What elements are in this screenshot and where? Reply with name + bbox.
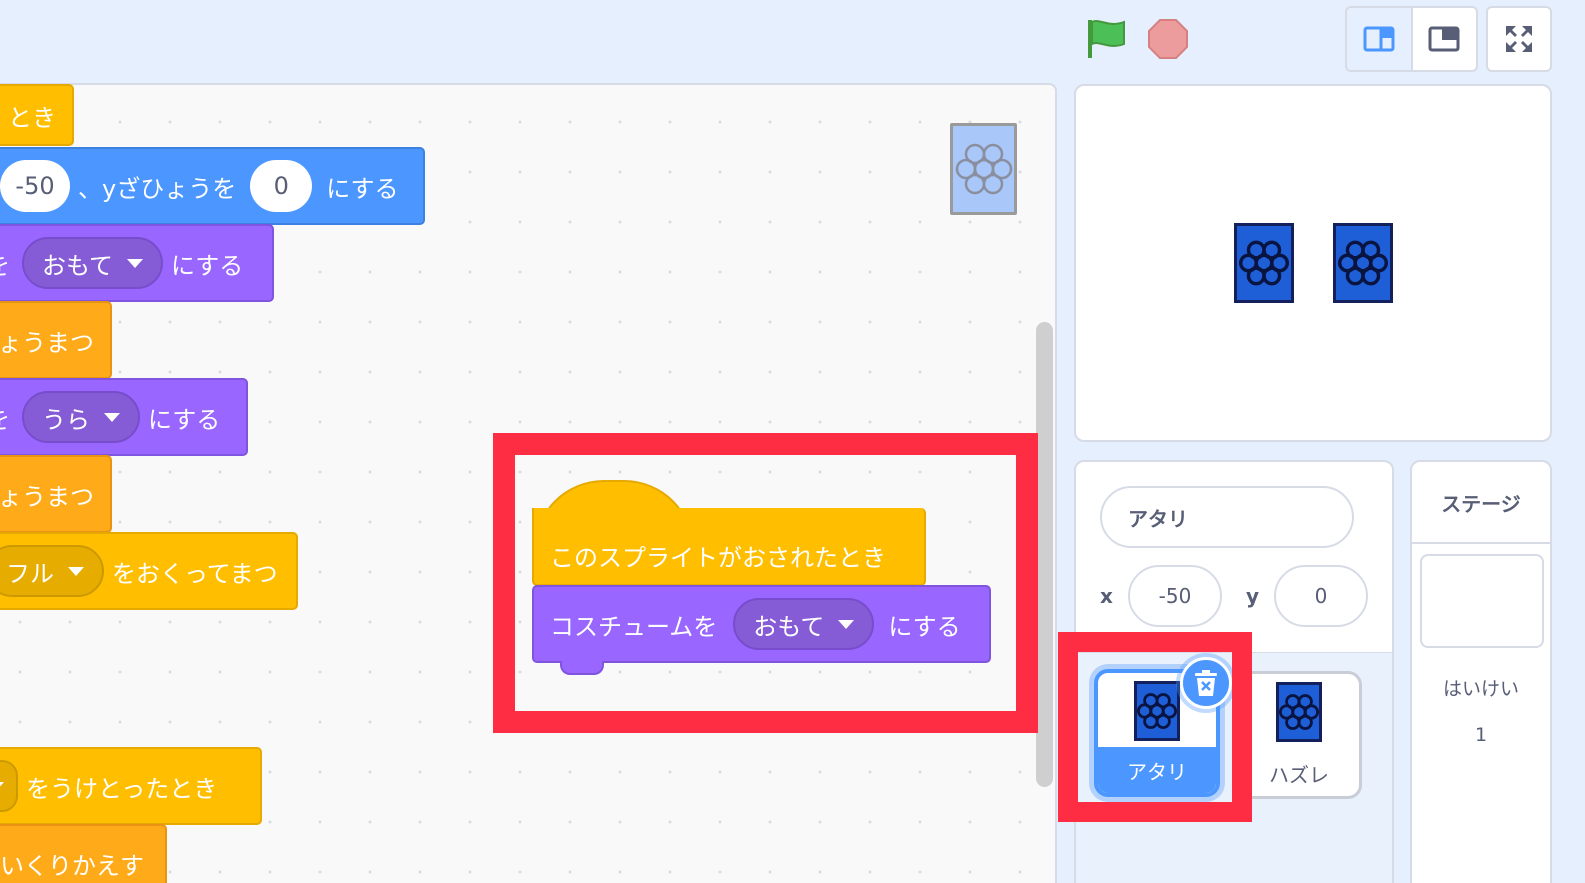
repeat-block[interactable]: いくりかえす <box>0 824 167 883</box>
chevron-down-icon <box>0 781 4 791</box>
fullscreen-icon <box>1506 26 1532 52</box>
dropdown-value: フル <box>6 559 54 588</box>
message-dropdown[interactable]: フル <box>0 545 104 597</box>
fullscreen-button[interactable] <box>1486 6 1552 72</box>
costume-dropdown[interactable]: おもて <box>22 237 164 289</box>
flower-icon <box>955 143 1012 195</box>
green-flag-icon[interactable] <box>1086 18 1126 60</box>
x-label: x <box>1100 584 1113 608</box>
message-dropdown[interactable] <box>0 760 18 812</box>
large-stage-button[interactable] <box>1410 8 1477 70</box>
dropdown-value: おもて <box>753 612 825 641</box>
sprite-name-input[interactable]: アタリ <box>1100 486 1354 548</box>
block-text: にする <box>888 612 961 641</box>
stage-size-toggle <box>1345 6 1478 72</box>
backdrop-label: はいけい <box>1442 678 1519 700</box>
block-text: をうけとったとき <box>26 774 218 803</box>
block-text: ょうまつ <box>0 328 94 357</box>
when-receive-block[interactable]: をうけとったとき <box>0 747 262 825</box>
small-stage-button[interactable] <box>1347 8 1411 70</box>
block-text: このスプライトがおされたとき <box>550 543 886 572</box>
dropdown-value: おもて <box>42 251 114 280</box>
x-value-input[interactable]: -50 <box>0 160 70 212</box>
flower-icon <box>1279 694 1319 730</box>
x-input[interactable]: -50 <box>1128 565 1222 627</box>
stage-selector[interactable]: ステージ はいけい 1 <box>1410 460 1552 883</box>
switch-costume-block[interactable]: を おもて にする <box>0 224 274 302</box>
y-label: y <box>1246 584 1260 608</box>
highlight-box-sprite <box>1058 632 1252 822</box>
block-text: コスチュームを <box>550 612 718 641</box>
switch-costume-block[interactable]: を うら にする <box>0 378 248 456</box>
chevron-down-icon <box>838 619 855 629</box>
costume-dropdown[interactable]: うら <box>22 391 140 443</box>
sprite-card-atari[interactable] <box>1234 223 1294 303</box>
block-text: にする <box>326 174 399 203</box>
switch-costume-block[interactable]: コスチュームを おもて にする <box>532 585 991 663</box>
wait-block[interactable]: ょうまつ <box>0 301 112 379</box>
block-text: にする <box>171 251 244 280</box>
sprite-costume-preview <box>1276 682 1322 742</box>
broadcast-and-wait-block[interactable]: フル をおくってまつ <box>0 532 298 610</box>
flower-icon <box>1239 240 1289 286</box>
chevron-down-icon <box>127 258 144 268</box>
block-text: を <box>0 246 10 281</box>
sprite-thumb-label: ハズレ <box>1269 762 1329 787</box>
large-stage-icon <box>1428 26 1460 52</box>
block-text: いくりかえす <box>0 851 144 880</box>
event-block[interactable]: とき <box>0 84 74 146</box>
y-value-input[interactable]: 0 <box>250 160 313 212</box>
costume-dropdown[interactable]: おもて <box>733 598 875 650</box>
block-text: をおくってまつ <box>112 559 278 588</box>
goto-xy-block[interactable]: -50 、yざひょうを 0 にする <box>0 147 425 225</box>
backdrop-thumbnail[interactable] <box>1420 554 1544 648</box>
block-text: を <box>0 400 10 435</box>
block-text: とき <box>8 103 56 132</box>
dropdown-value: うら <box>42 405 90 434</box>
chevron-down-icon <box>68 566 84 576</box>
chevron-down-icon <box>104 412 120 422</box>
sprite-card-hazure[interactable] <box>1333 223 1393 303</box>
when-sprite-clicked-block[interactable]: このスプライトがおされたとき <box>532 508 926 586</box>
stop-icon[interactable] <box>1147 18 1189 60</box>
block-notch <box>560 661 604 675</box>
y-input[interactable]: 0 <box>1274 565 1368 627</box>
block-text: ょうまつ <box>0 482 94 511</box>
wait-block[interactable]: ょうまつ <box>0 455 112 533</box>
sprite-thumb-hazure[interactable]: ハズレ <box>1236 671 1362 799</box>
current-sprite-indicator <box>950 123 1017 215</box>
small-stage-icon <box>1363 26 1395 52</box>
block-text: にする <box>148 405 221 434</box>
flower-icon <box>1338 240 1388 286</box>
stage-title: ステージ <box>1412 462 1550 544</box>
block-text: 、yざひょうを <box>78 174 237 203</box>
backdrop-count: 1 <box>1474 724 1488 746</box>
stage-canvas[interactable] <box>1074 84 1552 442</box>
vertical-scrollbar[interactable] <box>1036 322 1053 787</box>
